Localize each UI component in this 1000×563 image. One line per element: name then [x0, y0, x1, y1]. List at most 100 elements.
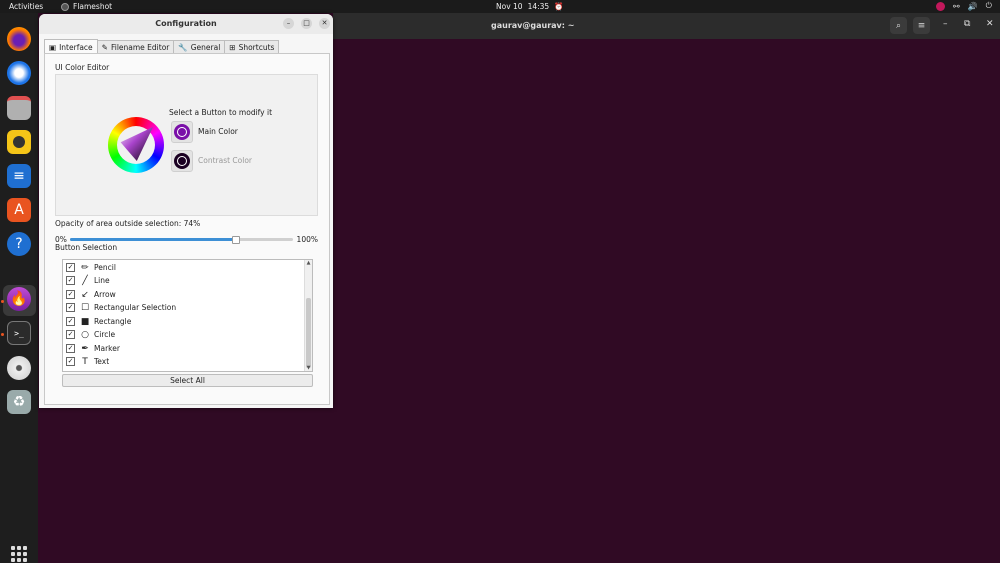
interface-panel: UI Color Editor Select a Button to modif…	[44, 53, 330, 405]
list-item[interactable]: ✓ ↙ Arrow	[63, 288, 303, 301]
line-icon: ╱	[82, 275, 88, 286]
text-icon: T	[82, 356, 88, 367]
files-icon[interactable]	[7, 96, 31, 120]
list-item[interactable]: ✓ T Text	[63, 355, 303, 368]
tab-filename-editor[interactable]: ✎ Filename Editor	[96, 40, 175, 54]
tab-general[interactable]: 🔧 General	[173, 40, 226, 54]
scroll-up-icon[interactable]: ▲	[305, 260, 312, 266]
maximize-icon[interactable]: ⧉	[964, 19, 970, 29]
contrast-color-label: Contrast Color	[198, 156, 253, 165]
top-bar: Activities Flameshot Nov 10 14:35 ⏰ ⚯ 🔊 …	[0, 0, 1000, 13]
color-editor-label: UI Color Editor	[55, 63, 110, 72]
writer-icon[interactable]: ≡	[7, 164, 31, 188]
checkbox[interactable]: ✓	[66, 276, 75, 285]
arrow-icon: ↙	[81, 289, 89, 300]
tab-label: Interface	[59, 42, 93, 52]
minimize-icon[interactable]: –	[943, 19, 948, 29]
trash-icon[interactable]: ♻	[7, 390, 31, 414]
list-item[interactable]: ✓ ╱ Line	[63, 274, 303, 287]
main-color-button[interactable]	[171, 121, 193, 143]
marker-icon: ✒	[81, 343, 89, 354]
firefox-icon[interactable]	[7, 27, 31, 51]
pencil-icon: ✏	[81, 262, 89, 273]
show-apps-icon[interactable]	[11, 546, 27, 562]
app-menu[interactable]: Flameshot	[61, 2, 112, 11]
activities-button[interactable]: Activities	[9, 2, 43, 11]
window-titlebar[interactable]: Configuration – □ ✕	[39, 14, 333, 34]
date: Nov 10	[496, 2, 523, 11]
color-editor: Select a Button to modify it Main Color …	[55, 74, 318, 216]
contrast-color-button[interactable]	[171, 150, 193, 172]
checkbox[interactable]: ✓	[66, 330, 75, 339]
list-item-label: Rectangle	[94, 317, 132, 326]
checkbox[interactable]: ✓	[66, 290, 75, 299]
list-item-label: Marker	[94, 344, 120, 353]
time: 14:35	[527, 2, 550, 11]
rectangle-icon: ■	[80, 316, 90, 327]
hamburger-menu-icon[interactable]: ≡	[913, 17, 930, 34]
slider-track[interactable]	[70, 236, 293, 244]
search-icon[interactable]: ⌕	[890, 17, 907, 34]
dock: ≡ A ? 🔥 >_ ♻	[0, 13, 38, 563]
checkbox[interactable]: ✓	[66, 357, 75, 366]
main-color-label: Main Color	[198, 127, 238, 136]
running-indicator	[1, 333, 4, 336]
list-item[interactable]: ✓ ○ Circle	[63, 328, 303, 341]
configuration-window: Configuration – □ ✕ ▣ Interface ✎ Filena…	[39, 14, 333, 408]
flameshot-tray-icon[interactable]	[936, 1, 945, 11]
alarm-icon: ⏰	[554, 2, 564, 11]
circle-icon: ○	[81, 329, 89, 340]
list-item-label: Rectangular Selection	[94, 303, 177, 312]
slider-fill	[70, 238, 236, 241]
clock[interactable]: Nov 10 14:35 ⏰	[496, 2, 564, 11]
terminal-titlebar[interactable]: gaurav@gaurav: ~ ⌕ ≡ – ⧉ ✕	[333, 13, 1000, 39]
maximize-button[interactable]: □	[301, 18, 312, 29]
system-tray[interactable]: ⚯ 🔊 ⏻	[936, 1, 992, 11]
disc-icon[interactable]	[7, 356, 31, 380]
network-icon[interactable]: ⚯	[953, 2, 960, 11]
tab-shortcuts[interactable]: ⊞ Shortcuts	[224, 40, 280, 54]
select-hint: Select a Button to modify it	[169, 108, 273, 117]
running-indicator	[1, 300, 4, 303]
software-center-icon[interactable]: A	[7, 198, 31, 222]
flameshot-app-icon	[61, 2, 69, 11]
checkbox[interactable]: ✓	[66, 344, 75, 353]
slider-handle[interactable]	[232, 236, 241, 244]
power-icon[interactable]: ⏻	[986, 1, 992, 11]
tab-interface[interactable]: ▣ Interface	[44, 39, 98, 54]
help-icon[interactable]: ?	[7, 232, 31, 256]
terminal-icon[interactable]: >_	[7, 321, 31, 345]
tab-bar: ▣ Interface ✎ Filename Editor 🔧 General …	[44, 39, 280, 54]
list-item-label: Pencil	[94, 263, 116, 272]
rect-selection-icon: ☐	[80, 302, 90, 313]
checkbox[interactable]: ✓	[66, 263, 75, 272]
flameshot-dock-icon[interactable]: 🔥	[7, 287, 31, 311]
list-item[interactable]: ✓ ■ Rectangle	[63, 315, 303, 328]
color-wheel[interactable]	[108, 117, 164, 173]
volume-icon[interactable]: 🔊	[968, 2, 978, 11]
main-color-swatch	[174, 124, 190, 140]
list-item[interactable]: ✓ ☐ Rectangular Selection	[63, 301, 303, 314]
select-all-button[interactable]: Select All	[62, 374, 313, 387]
list-item[interactable]: ✓ ✒ Marker	[63, 342, 303, 355]
close-icon[interactable]: ✕	[986, 19, 994, 29]
list-scrollbar[interactable]: ▲ ▼	[304, 260, 312, 371]
checkbox[interactable]: ✓	[66, 317, 75, 326]
button-selection-label: Button Selection	[55, 243, 118, 252]
thunderbird-icon[interactable]	[7, 61, 31, 85]
minimize-button[interactable]: –	[283, 18, 294, 29]
rhythmbox-icon[interactable]	[7, 130, 31, 154]
opacity-label: Opacity of area outside selection: 74%	[55, 219, 201, 228]
list-item[interactable]: ✓ ✏ Pencil	[63, 261, 303, 274]
app-name: Flameshot	[73, 2, 113, 11]
button-selection-list[interactable]: ✓ ✏ Pencil ✓ ╱ Line ✓ ↙ Arrow ✓ ☐ Rectan…	[62, 259, 313, 372]
slider-max-label: 100%	[296, 235, 318, 244]
terminal-title: gaurav@gaurav: ~	[491, 21, 575, 30]
interface-icon: ▣	[49, 42, 57, 52]
scrollbar-thumb[interactable]	[306, 298, 311, 368]
list-item-label: Text	[94, 357, 110, 366]
scroll-down-icon[interactable]: ▼	[305, 365, 312, 371]
checkbox[interactable]: ✓	[66, 303, 75, 312]
list-item-label: Circle	[94, 330, 116, 339]
close-button[interactable]: ✕	[319, 18, 330, 29]
